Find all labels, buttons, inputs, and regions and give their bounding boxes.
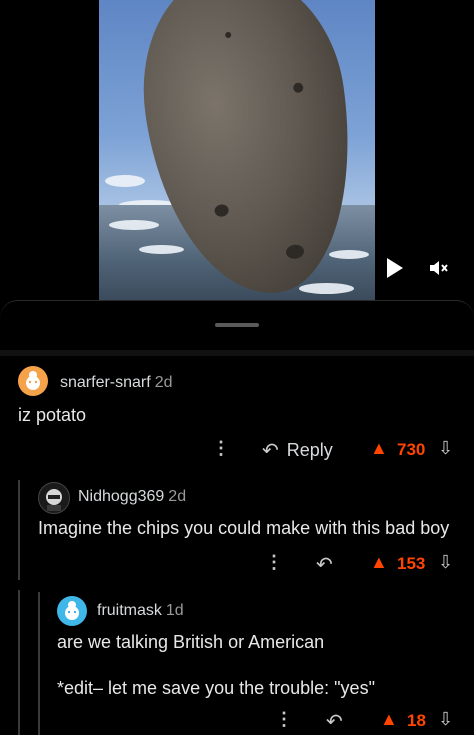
username[interactable]: snarfer-snarf 2d: [60, 374, 173, 392]
vote-score: 18: [407, 711, 426, 730]
username-text[interactable]: fruitmask: [97, 602, 162, 619]
reply-icon: ↶: [262, 440, 279, 462]
more-options-icon[interactable]: ⋮: [212, 438, 230, 459]
username-text[interactable]: snarfer-snarf: [60, 374, 151, 391]
avatar[interactable]: [18, 366, 48, 396]
play-icon[interactable]: [384, 256, 406, 286]
more-options-icon[interactable]: ⋮: [265, 552, 283, 573]
drag-handle[interactable]: [215, 323, 259, 327]
downvote-icon[interactable]: ⇩: [438, 709, 453, 730]
comment-text: are we talking British or American: [57, 632, 325, 652]
more-options-icon[interactable]: ⋮: [275, 709, 293, 730]
username[interactable]: fruitmask 1d: [97, 602, 184, 620]
comment-age: 2d: [154, 374, 173, 391]
downvote-icon[interactable]: ⇩: [438, 438, 453, 459]
avatar[interactable]: [38, 482, 70, 514]
username-text[interactable]: Nidhogg369: [78, 488, 164, 505]
comment-text: iz potato: [18, 405, 87, 425]
comment-edit-text: *edit– let me save you the trouble: "yes…: [57, 678, 375, 698]
comments-sheet-header[interactable]: [0, 300, 474, 353]
reply-icon: ↶: [316, 554, 333, 576]
comment-age: 2d: [168, 488, 187, 505]
reply-label: Reply: [286, 440, 333, 460]
comment-age: 1d: [165, 602, 184, 619]
downvote-icon[interactable]: ⇩: [438, 552, 453, 573]
reply-button[interactable]: ↶: [326, 709, 343, 734]
vote-score: 730: [397, 440, 426, 459]
comment-3: fruitmask 1d are we talking British or Am…: [0, 592, 474, 735]
mute-icon[interactable]: [428, 258, 450, 284]
comment-text: Imagine the chips you could make with th…: [38, 518, 450, 538]
avatar[interactable]: [57, 596, 87, 626]
reply-button[interactable]: ↶: [316, 552, 333, 577]
video-player[interactable]: [0, 0, 474, 300]
video-frame: [99, 0, 375, 300]
upvote-icon[interactable]: ▲: [370, 552, 388, 573]
reply-icon: ↶: [326, 711, 343, 733]
username[interactable]: Nidhogg369 2d: [78, 488, 186, 506]
comment-1: snarfer-snarf 2d iz potato ⋮ ↶ Reply ▲ 73…: [0, 360, 474, 470]
comment-2: Nidhogg369 2d Imagine the chips you could…: [0, 478, 474, 588]
divider: [0, 350, 474, 356]
upvote-icon[interactable]: ▲: [370, 438, 388, 459]
reply-button[interactable]: ↶ Reply: [262, 438, 333, 463]
upvote-icon[interactable]: ▲: [380, 709, 398, 730]
vote-score: 153: [397, 554, 426, 573]
